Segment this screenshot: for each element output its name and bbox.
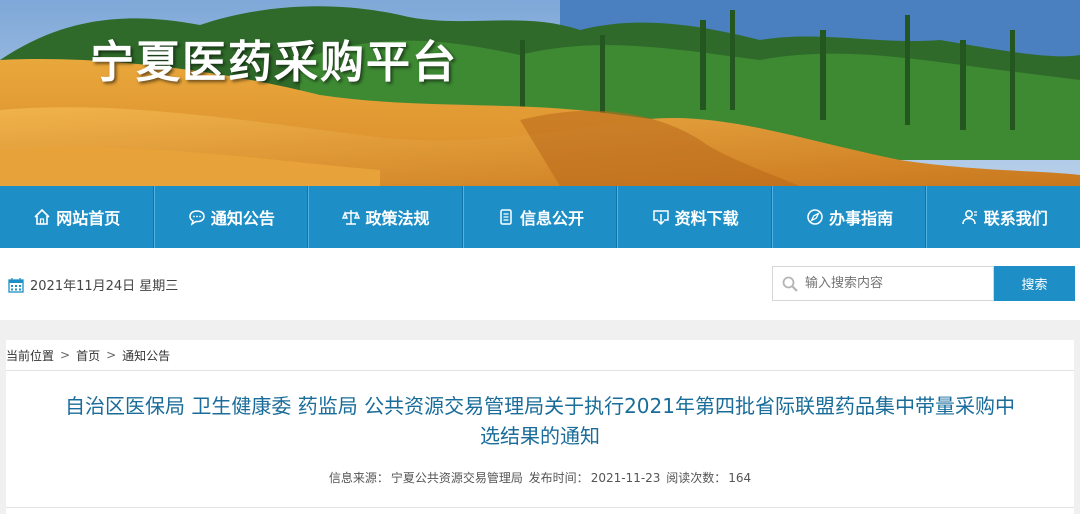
nav-item-home[interactable]: 网站首页: [0, 186, 154, 248]
breadcrumb-notices-link[interactable]: 通知公告: [122, 347, 170, 364]
nav-item-label: 信息公开: [520, 209, 585, 228]
breadcrumb-separator: >: [60, 348, 71, 362]
info-bar: 2021年11月24日 星期三 搜索: [0, 248, 1080, 320]
article-meta: 信息来源： 宁夏公共资源交易管理局 发布时间： 2021-11-23 阅读次数： 16…: [6, 469, 1074, 486]
contacts-icon: [960, 207, 980, 227]
search-button[interactable]: 搜索: [994, 266, 1075, 301]
site-banner: 宁夏医药采购平台: [0, 0, 1080, 186]
views-label: 阅读次数：: [666, 471, 727, 485]
source-value: 宁夏公共资源交易管理局: [390, 471, 523, 485]
nav-item-label: 联系我们: [983, 209, 1048, 228]
search-box: [772, 266, 994, 301]
publish-date: 2021-11-23: [590, 471, 661, 485]
date-text: 2021年11月24日 星期三: [30, 279, 179, 294]
nav-item-policies[interactable]: 政策法规: [308, 186, 463, 248]
breadcrumb-home-link[interactable]: 首页: [76, 347, 100, 364]
document-icon: [496, 207, 516, 227]
search-input[interactable]: [803, 275, 987, 292]
nav-item-label: 资料下载: [674, 209, 739, 228]
nav-item-disclosure[interactable]: 信息公开: [462, 186, 618, 248]
scales-icon: [341, 207, 361, 227]
search-icon: [777, 275, 803, 293]
compass-icon: [805, 207, 825, 227]
article-panel: 当前位置 > 首页 > 通知公告 自治区医保局 卫生健康委 药监局 公共资源交易…: [6, 340, 1074, 514]
site-title: 宁夏医药采购平台: [90, 37, 458, 88]
main-nav: 网站首页 通知公告 政策法规 信息公开 资料下载 办事指南 联系我们: [0, 186, 1080, 248]
publish-label: 发布时间：: [528, 471, 589, 485]
breadcrumb-prefix: 当前位置: [6, 348, 55, 363]
chat-icon: [187, 207, 207, 227]
article-title: 自治区医保局 卫生健康委 药监局 公共资源交易管理局关于执行2021年第四批省际…: [6, 391, 1074, 451]
nav-item-label: 办事指南: [829, 209, 894, 228]
download-icon: [651, 207, 671, 227]
nav-item-label: 网站首页: [56, 209, 121, 228]
calendar-icon: [8, 277, 24, 293]
source-label: 信息来源：: [328, 471, 389, 485]
nav-item-notices[interactable]: 通知公告: [153, 186, 309, 248]
article-title-line1: 自治区医保局 卫生健康委 药监局 公共资源交易管理局关于执行2021年第四批省际…: [65, 394, 1015, 418]
nav-item-contact[interactable]: 联系我们: [926, 186, 1080, 248]
home-icon: [32, 207, 52, 227]
divider: [6, 507, 1074, 508]
nav-item-downloads[interactable]: 资料下载: [617, 186, 772, 248]
views-count: 164: [728, 471, 752, 485]
breadcrumb-separator: >: [106, 348, 117, 362]
nav-item-label: 通知公告: [210, 209, 275, 228]
article-title-line2: 选结果的通知: [480, 424, 600, 448]
nav-item-label: 政策法规: [365, 209, 430, 228]
current-date: 2021年11月24日 星期三: [8, 275, 178, 294]
breadcrumb: 当前位置 > 首页 > 通知公告: [6, 340, 1074, 371]
nav-item-guide[interactable]: 办事指南: [771, 186, 927, 248]
